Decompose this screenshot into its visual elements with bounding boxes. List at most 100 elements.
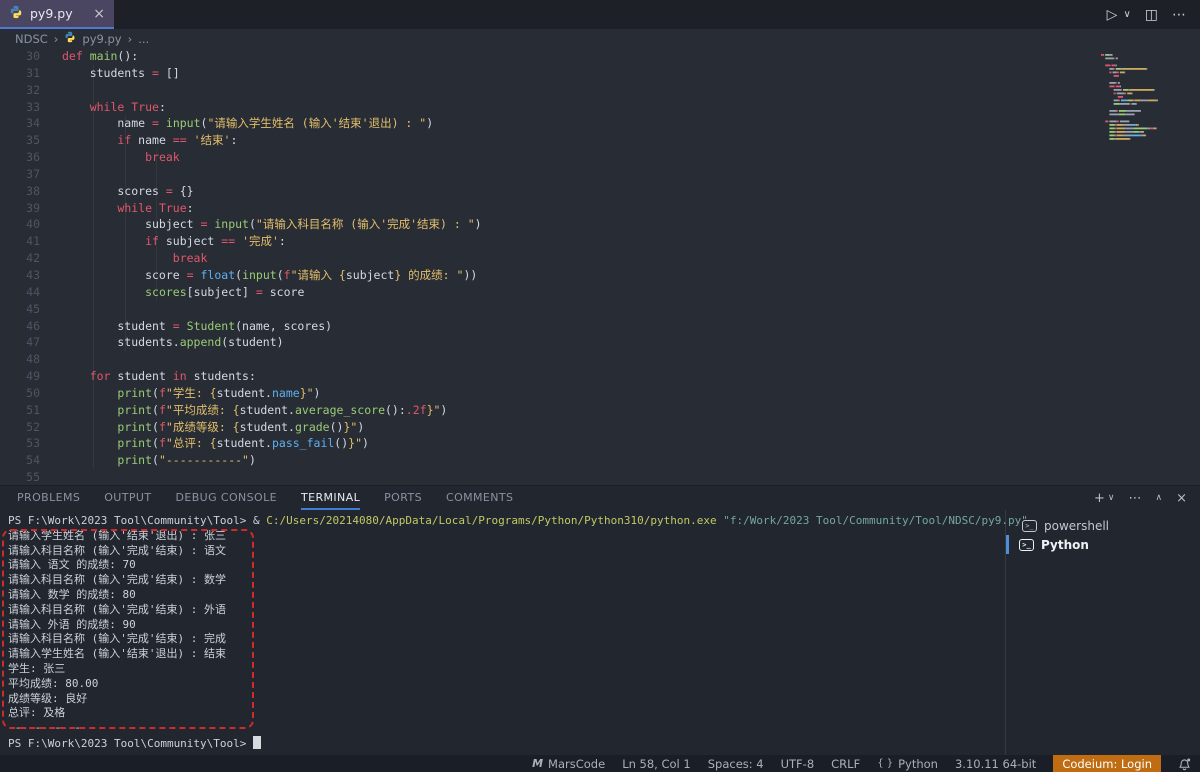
minimap[interactable]: [1098, 52, 1162, 182]
code-token: =: [187, 268, 194, 282]
panel-tab-debug-console[interactable]: DEBUG CONSOLE: [175, 486, 277, 510]
code-line[interactable]: 33 while True:: [0, 99, 1200, 116]
code-line-text: for student in students:: [40, 368, 256, 385]
code-token: students:: [187, 369, 256, 383]
code-line[interactable]: 36 break: [0, 149, 1200, 166]
code-token: "总评: {: [166, 436, 217, 450]
code-line[interactable]: 35 if name == '结束':: [0, 132, 1200, 149]
code-token: scores: [62, 184, 166, 198]
code-line[interactable]: 31 students = []: [0, 65, 1200, 82]
code-token: float: [201, 268, 236, 282]
statusbar-eol[interactable]: CRLF: [831, 755, 860, 772]
code-token: (student): [221, 335, 283, 349]
code-token: (): [330, 420, 344, 434]
panel-tab-problems[interactable]: PROBLEMS: [17, 486, 80, 510]
code-editor[interactable]: 30def main():31 students = []3233 while …: [0, 48, 1200, 486]
code-line[interactable]: 39 while True:: [0, 200, 1200, 217]
panel-tab-output[interactable]: OUTPUT: [104, 486, 151, 510]
code-line-text: scores = {}: [40, 183, 194, 200]
code-line[interactable]: 55: [0, 469, 1200, 486]
terminal-profile-dropdown-icon[interactable]: ∨: [1108, 493, 1115, 503]
statusbar-language[interactable]: { } Python: [877, 755, 938, 772]
statusbar-interpreter[interactable]: 3.10.11 64-bit: [955, 755, 1036, 772]
code-line[interactable]: 41 if subject == '完成':: [0, 233, 1200, 250]
statusbar-line-col[interactable]: Ln 58, Col 1: [622, 755, 691, 772]
line-number: 40: [0, 216, 40, 233]
code-line[interactable]: 53 print(f"总评: {student.pass_fail()}"): [0, 435, 1200, 452]
code-line-text: [40, 166, 62, 183]
tab-py9[interactable]: py9.py ×: [0, 0, 114, 29]
braces-icon: { }: [877, 758, 893, 769]
line-number: 33: [0, 99, 40, 116]
close-panel-icon[interactable]: ×: [1176, 491, 1187, 506]
panel-tab-terminal[interactable]: TERMINAL: [301, 486, 360, 510]
code-line[interactable]: 49 for student in students:: [0, 368, 1200, 385]
code-token: ): [357, 420, 364, 434]
code-line[interactable]: 47 students.append(student): [0, 334, 1200, 351]
chevron-right-icon: ›: [128, 32, 133, 46]
new-terminal-icon[interactable]: +: [1094, 491, 1105, 506]
code-token: (: [152, 403, 159, 417]
code-line[interactable]: 51 print(f"平均成绩: {student.average_score(…: [0, 402, 1200, 419]
code-line-text: [40, 82, 62, 99]
terminal-output-line: -----------: [8, 721, 1005, 736]
terminal-cursor: [253, 736, 261, 749]
more-actions-icon[interactable]: ⋯: [1172, 8, 1186, 22]
code-line-text: [40, 469, 62, 486]
panel-tab-list: PROBLEMS OUTPUT DEBUG CONSOLE TERMINAL PORTS…: [17, 486, 513, 510]
terminal-session-Python[interactable]: >_Python: [1006, 535, 1200, 554]
code-token: "请输入学生姓名 (输入'结束'退出) : ": [207, 116, 426, 130]
terminal[interactable]: PS F:\Work\2023 Tool\Community\Tool> & C…: [0, 510, 1005, 755]
maximize-panel-icon[interactable]: ∧: [1156, 493, 1163, 503]
code-line[interactable]: 46 student = Student(name, scores): [0, 318, 1200, 335]
breadcrumb-root[interactable]: NDSC: [15, 32, 48, 46]
notifications-bell-icon[interactable]: [1178, 755, 1191, 772]
code-token: (: [152, 420, 159, 434]
statusbar-encoding[interactable]: UTF-8: [781, 755, 815, 772]
codeium-login-badge[interactable]: Codeium: Login: [1053, 755, 1161, 772]
panel-more-icon[interactable]: ⋯: [1129, 491, 1142, 506]
terminal-session-powershell[interactable]: >_powershell: [1006, 516, 1200, 535]
terminal-prompt-line[interactable]: PS F:\Work\2023 Tool\Community\Tool>: [8, 736, 1005, 752]
tab-bar: py9.py × ▷ ∨ ◫ ⋯: [0, 0, 1200, 29]
code-line[interactable]: 34 name = input("请输入学生姓名 (输入'结束'退出) : "): [0, 115, 1200, 132]
code-token: [62, 234, 145, 248]
terminal-output-line: 请输入 语文 的成绩: 70: [8, 558, 1005, 573]
code-line[interactable]: 40 subject = input("请输入科目名称 (输入'完成'结束) :…: [0, 216, 1200, 233]
code-line[interactable]: 44 scores[subject] = score: [0, 284, 1200, 301]
line-number: 37: [0, 166, 40, 183]
split-editor-icon[interactable]: ◫: [1145, 8, 1158, 22]
panel-tab-ports[interactable]: PORTS: [384, 486, 422, 510]
breadcrumb-more[interactable]: ...: [138, 32, 149, 46]
terminal-output-line: 学生: 张三: [8, 662, 1005, 677]
line-number: 47: [0, 334, 40, 351]
panel-tab-comments[interactable]: COMMENTS: [446, 486, 513, 510]
code-line[interactable]: 54 print("-----------"): [0, 452, 1200, 469]
code-line[interactable]: 50 print(f"学生: {student.name}"): [0, 385, 1200, 402]
code-line[interactable]: 32: [0, 82, 1200, 99]
terminal-output-line: 平均成绩: 80.00: [8, 677, 1005, 692]
code-token: student.: [240, 420, 295, 434]
code-line[interactable]: 43 score = float(input(f"请输入 {subject} 的…: [0, 267, 1200, 284]
code-line[interactable]: 37: [0, 166, 1200, 183]
statusbar-indentation[interactable]: Spaces: 4: [708, 755, 764, 772]
code-token: }": [427, 403, 441, 417]
terminal-output-line: 请输入学生姓名 (输入'结束'退出) : 张三: [8, 529, 1005, 544]
code-token: ():: [385, 403, 406, 417]
run-icon[interactable]: ▷: [1107, 8, 1118, 22]
code-token: [62, 436, 117, 450]
line-number: 30: [0, 48, 40, 65]
code-line[interactable]: 42 break: [0, 250, 1200, 267]
statusbar-marscode[interactable]: M MarsCode: [532, 755, 605, 772]
breadcrumb-file[interactable]: py9.py: [82, 32, 121, 46]
code-line[interactable]: 45: [0, 301, 1200, 318]
code-line[interactable]: 30def main():: [0, 48, 1200, 65]
code-line[interactable]: 38 scores = {}: [0, 183, 1200, 200]
code-line[interactable]: 48: [0, 351, 1200, 368]
code-token: ): [314, 386, 321, 400]
code-token: (: [249, 217, 256, 231]
run-dropdown-icon[interactable]: ∨: [1123, 10, 1130, 20]
code-token: '完成': [242, 234, 279, 248]
code-line[interactable]: 52 print(f"成绩等级: {student.grade()}"): [0, 419, 1200, 436]
tab-close-icon[interactable]: ×: [93, 6, 105, 22]
